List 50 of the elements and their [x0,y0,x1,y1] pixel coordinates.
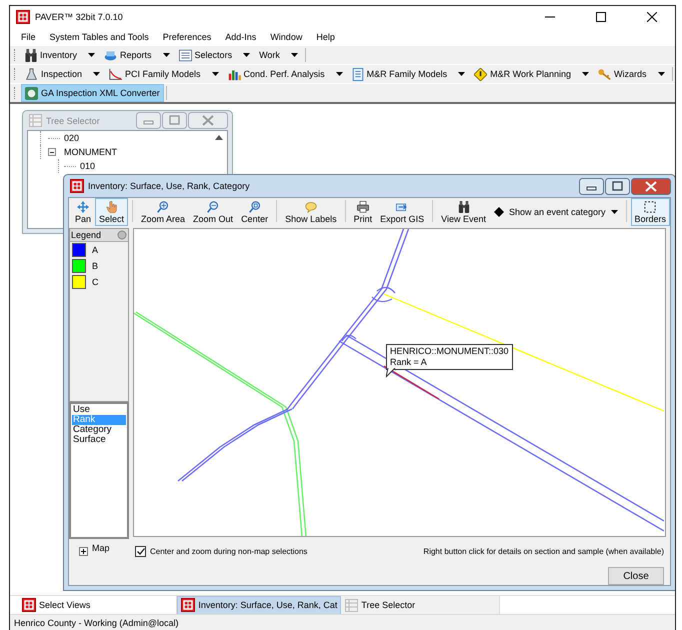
taskbar-item[interactable]: Select Views [18,596,94,614]
hint-text: Right button click for details on section and sample (when available) [423,546,664,556]
menu-item[interactable]: Preferences [156,30,218,42]
toolbar-button[interactable]: Pan [71,198,96,226]
expander-label[interactable]: Map [92,543,110,553]
toolbar-button[interactable]: Selectors [174,46,236,64]
checkbox-label[interactable]: Center and zoom during non-map selections [150,546,308,556]
toolbar-button[interactable]: Center [237,198,272,226]
taskbar-item[interactable]: Tree Selector [341,596,420,614]
toolbar-button[interactable]: Wizards [594,65,650,83]
toolbar-button[interactable]: Select [95,198,128,226]
list-item[interactable]: Surface [72,435,126,445]
toolbar-button[interactable]: Show Labels [281,198,341,226]
menu-item[interactable]: File [14,30,43,42]
toolbar-button[interactable]: Work [255,46,284,64]
toolbar-button[interactable]: M&R Family Models [348,65,452,83]
taskbar-item[interactable]: Inventory: Surface, Use, Rank, Cat [177,596,342,614]
toolbar-button[interactable]: GA Inspection XML Converter [21,84,164,102]
legend-label: B [92,261,98,271]
toolbar-button[interactable]: View Event [437,198,490,226]
toolbar-button[interactable]: Inspection [21,65,86,83]
tree-item[interactable]: 010 [80,161,96,171]
toolbar-button[interactable]: Zoom Out [189,198,238,226]
legend-label: A [92,245,98,255]
list-item[interactable]: Use [72,405,126,415]
list-item[interactable]: Category [72,425,126,435]
toolbar-button[interactable]: PCI Family Models [105,65,205,83]
toolbar-button[interactable]: Export GIS [376,198,428,226]
toolbar-button[interactable]: Inventory [21,46,82,64]
window-title: PAVER™ 32bit 7.0.10 [35,12,124,22]
road-map[interactable]: HENRICO::MONUMENT::030 Rank = A [133,228,666,537]
tree-item[interactable]: MONUMENT [64,147,117,157]
menu-item[interactable]: Add-Ins [218,30,264,42]
window-title: Tree Selector [46,116,101,126]
menu-item[interactable]: System Tables and Tools [42,30,156,42]
toolbar-button[interactable]: Reports [100,46,156,64]
close-button[interactable]: Close [608,567,664,585]
toolbar-button[interactable]: Show an event category [490,198,622,226]
window-title: Inventory: Surface, Use, Rank, Category [88,181,251,191]
toolbar-button[interactable]: Borders [630,198,670,226]
toolbar-button[interactable]: Cond. Perf. Analysis [224,65,329,83]
legend-label: C [92,277,98,287]
toolbar-button[interactable]: Zoom Area [137,198,190,226]
menu-item[interactable]: Help [309,30,342,42]
status-text: Henrico County - Working (Admin@local) [14,618,179,628]
menu-item[interactable]: Window [263,30,310,42]
toolbar-button[interactable]: M&R Work Planning [470,65,575,83]
toolbar-button[interactable]: Print [350,198,376,226]
legend-title: Legend [71,230,102,240]
tree-item[interactable]: 020 [64,133,80,143]
